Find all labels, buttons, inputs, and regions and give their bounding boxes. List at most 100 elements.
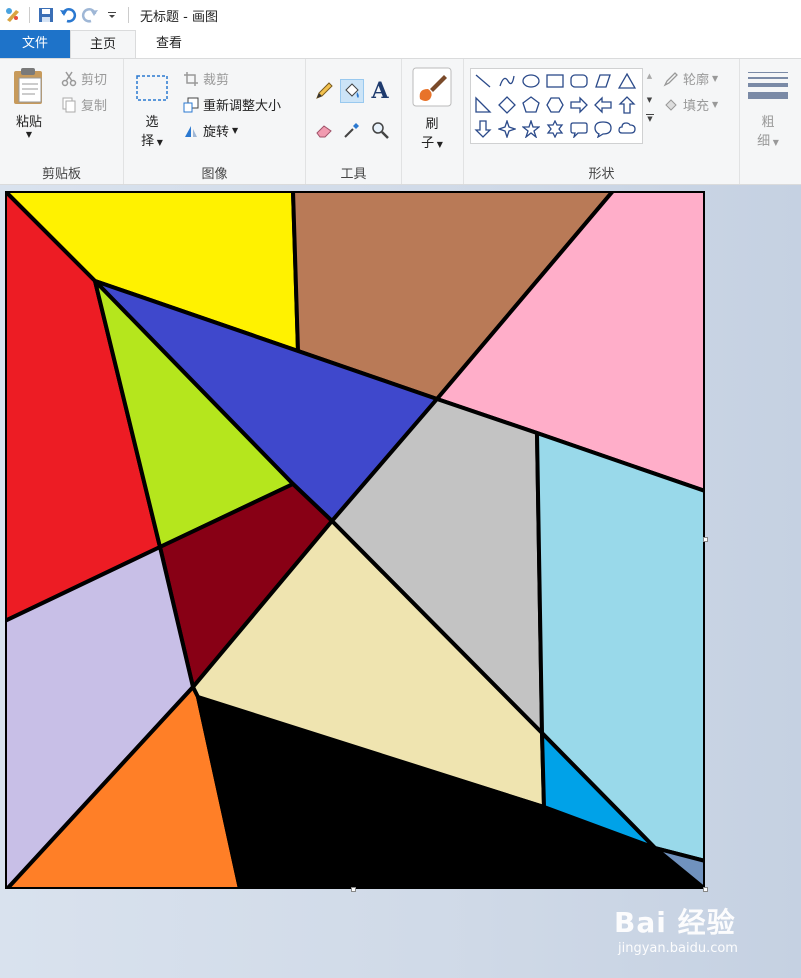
outline-button[interactable]: 轮廓 ▼ [662, 69, 718, 88]
rounded-rectangle-shape-icon[interactable] [568, 70, 590, 92]
outline-label: 轮廓 [683, 73, 710, 88]
scroll-up-icon[interactable]: ▲ [643, 72, 656, 80]
right-arrow-shape-icon[interactable] [568, 94, 590, 116]
paste-label: 粘贴 [15, 115, 42, 130]
save-icon[interactable] [35, 4, 57, 26]
color-picker-icon[interactable] [340, 118, 364, 142]
brush-group: 刷 子 ▼ [402, 59, 464, 184]
select-label-line2: 择 ▼ [141, 134, 163, 149]
copy-icon [60, 96, 78, 114]
rotate-button[interactable]: 旋转 ▼ [182, 121, 238, 140]
clipboard-group-label: 剪贴板 [41, 167, 81, 182]
eraser-icon[interactable] [312, 118, 336, 142]
five-point-star-shape-icon[interactable] [520, 118, 542, 140]
baidu-watermark: Bai 经验 jingyan.baidu.com [614, 891, 784, 961]
tangram-drawing [5, 191, 705, 889]
copy-label: 复制 [81, 99, 108, 114]
resize-button[interactable]: 重新调整大小 [182, 95, 281, 114]
up-arrow-shape-icon[interactable] [616, 94, 638, 116]
triangle-shape-icon[interactable] [616, 70, 638, 92]
oval-callout-shape-icon[interactable] [592, 118, 614, 140]
line-thickness-icon [747, 72, 789, 107]
right-triangle-shape-icon[interactable] [472, 94, 494, 116]
four-point-star-shape-icon[interactable] [496, 118, 518, 140]
paint-app-icon[interactable] [2, 4, 24, 26]
workspace: Bai 经验 jingyan.baidu.com [0, 185, 801, 978]
brush-label-line2: 子 ▼ [421, 136, 443, 151]
resize-label: 重新调整大小 [203, 99, 282, 114]
text-tool-icon[interactable]: A [368, 78, 392, 104]
size-group: 粗 细 ▼ [740, 59, 801, 184]
scroll-down-icon[interactable]: ▼ [643, 96, 656, 104]
chevron-down-icon: ▼ [154, 138, 163, 147]
chevron-down-icon: ▼ [232, 126, 239, 135]
resize-handle-bottom[interactable] [351, 887, 356, 892]
cloud-callout-shape-icon[interactable] [616, 118, 638, 140]
fill-bucket-icon [662, 96, 680, 114]
six-point-star-shape-icon[interactable] [544, 118, 566, 140]
image-group: 选 择 ▼ 裁剪 重新调整大小 旋转 ▼ 图像 [124, 59, 306, 184]
fill-label: 填充 [683, 99, 710, 114]
chevron-down-icon: ▼ [712, 100, 719, 109]
title-bar: 无标题 - 画图 [0, 0, 801, 30]
fill-button[interactable]: 填充 ▼ [662, 95, 718, 114]
redo-icon[interactable] [79, 4, 101, 26]
tab-view[interactable]: 查看 [136, 30, 202, 58]
ribbon: 粘贴 ▼ 剪切 复制 剪贴板 选 择 ▼ 裁剪 重新调整大小 旋转 ▼ 图像 A… [0, 58, 801, 185]
size-label-line2: 细 ▼ [757, 134, 779, 149]
brush-icon [412, 67, 452, 111]
crop-icon [182, 70, 200, 88]
crop-label: 裁剪 [203, 73, 230, 88]
cut-button[interactable]: 剪切 [60, 69, 107, 88]
chevron-down-icon: ▼ [712, 74, 719, 83]
separator [128, 7, 129, 23]
fill-bucket-icon[interactable] [340, 79, 364, 103]
undo-icon[interactable] [57, 4, 79, 26]
size-button[interactable]: 粗 细 ▼ [746, 71, 790, 149]
clipboard-icon [11, 68, 47, 109]
pencil-icon[interactable] [312, 79, 336, 103]
brush-label-line1: 刷 [425, 117, 439, 132]
shapes-group-label: 形状 [588, 167, 615, 182]
chevron-down-icon: ▼ [25, 130, 33, 139]
pentagon-shape-icon[interactable] [520, 94, 542, 116]
size-label-line1: 粗 [761, 115, 775, 130]
paste-button[interactable]: 粘贴 ▼ [8, 67, 50, 140]
select-button[interactable]: 选 择 ▼ [132, 73, 172, 149]
diamond-shape-icon[interactable] [496, 94, 518, 116]
polygon-shape-icon[interactable] [592, 70, 614, 92]
resize-handle-right[interactable] [703, 537, 708, 542]
rounded-callout-shape-icon[interactable] [568, 118, 590, 140]
gallery-expand-icon[interactable]: ▼ [646, 114, 654, 123]
rectangle-shape-icon[interactable] [544, 70, 566, 92]
line-shape-icon[interactable] [472, 70, 494, 92]
magnifier-icon[interactable] [368, 118, 392, 142]
oval-shape-icon[interactable] [520, 70, 542, 92]
down-arrow-shape-icon[interactable] [472, 118, 494, 140]
curve-shape-icon[interactable] [496, 70, 518, 92]
image-group-label: 图像 [201, 167, 228, 182]
crop-button[interactable]: 裁剪 [182, 69, 229, 88]
tab-file[interactable]: 文件 [0, 30, 70, 58]
resize-icon [182, 96, 200, 114]
tools-group-label: 工具 [340, 167, 367, 182]
shapes-scrollbar[interactable]: ▲ ▼ ▼ [642, 68, 656, 144]
customize-quick-access-icon[interactable] [101, 4, 123, 26]
brush-button[interactable]: 刷 子 ▼ [410, 67, 454, 151]
watermark-url: jingyan.baidu.com [618, 941, 738, 956]
cut-label: 剪切 [81, 73, 108, 88]
chevron-down-icon: ▼ [434, 140, 443, 149]
select-label-line1: 选 [145, 115, 159, 130]
tools-group: A 工具 [306, 59, 402, 184]
clipboard-group: 粘贴 ▼ 剪切 复制 剪贴板 [0, 59, 124, 184]
rotate-label: 旋转 [203, 125, 230, 140]
copy-button[interactable]: 复制 [60, 95, 107, 114]
tab-home[interactable]: 主页 [70, 30, 136, 58]
hexagon-shape-icon[interactable] [544, 94, 566, 116]
rotate-icon [182, 122, 200, 140]
window-title: 无标题 - 画图 [140, 9, 218, 25]
scissors-icon [60, 70, 78, 88]
ribbon-tabs: 文件 主页 查看 [0, 30, 801, 58]
drawing-canvas[interactable] [5, 191, 705, 889]
left-arrow-shape-icon[interactable] [592, 94, 614, 116]
